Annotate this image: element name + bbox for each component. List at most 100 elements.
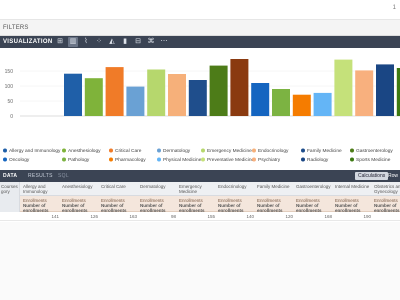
legend-swatch [301, 157, 305, 162]
legend-swatch [350, 148, 354, 153]
bar-pathology[interactable] [272, 89, 290, 116]
column-header[interactable]: Critical Care [101, 184, 137, 189]
filters-label: FILTERS [3, 25, 29, 31]
visualization-tools: ⊞ ▥ ⌇ ⁘ ◭ ▮ ⊟ ⌘ ⋯ [55, 37, 169, 47]
value-cell: 120 [285, 214, 293, 219]
scatter-icon[interactable]: ⁘ [94, 37, 104, 47]
enrollment-cell: Enrollments Number of enrollments [218, 198, 244, 213]
column-header[interactable]: Anesthesiology [62, 184, 98, 189]
legend-label: Emergency Medicine [207, 148, 252, 154]
bar-physical-medicine[interactable] [313, 92, 332, 116]
column-header[interactable]: Obstetrics and Gynecology [374, 184, 400, 194]
top-bar: 1 [0, 0, 400, 20]
value-cell: 155 [207, 214, 215, 219]
code-icon[interactable]: ⌘ [146, 37, 156, 47]
bar-critical-care[interactable] [105, 67, 124, 116]
bar-radiology[interactable] [376, 64, 394, 116]
legend-swatch [62, 148, 66, 153]
bar-oncology[interactable] [251, 83, 270, 116]
enrollment-cell: Enrollments Number of enrollments [62, 198, 88, 213]
legend-label: Pathology [68, 157, 90, 163]
bar-anesthesiology[interactable] [84, 78, 103, 116]
enrollment-cell: Enrollments Number of enrollments [374, 198, 400, 213]
value-cell: 98 [170, 214, 176, 219]
calculations-button[interactable]: Calculations [355, 172, 389, 180]
value-cell: 190 [363, 214, 371, 219]
filters-bar[interactable]: FILTERS [0, 20, 400, 36]
enrollment-cell: Enrollments Number of enrollments [257, 198, 283, 213]
legend-swatch [62, 157, 66, 162]
line-chart-icon[interactable]: ⌇ [81, 37, 91, 47]
legend-label: Family Medicine [307, 148, 342, 154]
enrollment-cell: Enrollments Number of enrollments [140, 198, 166, 213]
legend-label: Psychiatry [258, 157, 281, 163]
value-cell: 140 [246, 214, 254, 219]
bar-emergency-medicine[interactable] [147, 69, 166, 117]
bar-chart-icon[interactable]: ▥ [68, 37, 78, 47]
legend-swatch [157, 157, 161, 162]
bar-preventative-medicine[interactable] [334, 59, 353, 116]
legend-swatch [350, 157, 354, 162]
enrollment-cell: Enrollments Number of enrollments [296, 198, 322, 213]
bar-psychiatry[interactable] [355, 70, 374, 116]
value-cell: 110 [374, 214, 400, 219]
legend-label: Oncology [9, 157, 30, 163]
column-header[interactable]: Emergency Medicine [179, 184, 215, 194]
legend-swatch [252, 148, 256, 153]
column-header[interactable]: Family Medicine [257, 184, 293, 189]
legend-label: Endocrinology [258, 148, 289, 154]
bar-pharmacology[interactable] [292, 94, 311, 116]
table-icon[interactable]: ⊞ [55, 37, 65, 47]
legend-swatch [201, 157, 205, 162]
values-row: 141 126 163 98 155 140 120 168 190110 [0, 212, 400, 221]
legend-label: Radiology [307, 157, 329, 163]
bar-chart: 150 100 50 0 Allergy and Immunology Anesthesi… [3, 59, 400, 163]
legend-swatch [109, 157, 113, 162]
column-header[interactable]: Internal Medicine [335, 184, 371, 189]
bar-internal-medicine[interactable] [230, 59, 249, 116]
enrollment-cell: Enrollments Number of enrollments [179, 198, 205, 213]
empty-area [0, 222, 400, 300]
column-header[interactable]: Endocrinology [218, 184, 254, 189]
legend-swatch [3, 148, 7, 153]
bar-gastroenterology[interactable] [209, 65, 228, 116]
top-corner-text: 1 [392, 5, 396, 11]
tab-sql[interactable]: SQL [58, 173, 69, 179]
column-header[interactable]: Gastroenterology [296, 184, 332, 189]
bar-endocrinology[interactable] [168, 74, 186, 116]
data-panel-bar: DATA RESULTS SQL Calculations Row [0, 170, 400, 182]
value-cell: 168 [324, 214, 332, 219]
tab-data[interactable]: DATA [3, 173, 17, 179]
y-tick-label: 0 [10, 114, 13, 120]
more-icon[interactable]: ⋯ [159, 37, 169, 47]
value-cell: 126 [90, 214, 98, 219]
y-tick-label: 100 [5, 84, 14, 90]
enrollment-cell: Enrollments Number of enrollments [101, 198, 127, 213]
legend-swatch [252, 157, 256, 162]
row-header-text: Courses gory [1, 184, 18, 194]
legend-label: Preventative Medicine [207, 157, 255, 163]
column-chart-icon[interactable]: ▮ [120, 37, 130, 47]
legend-label: Gastroenterology [356, 148, 393, 154]
area-chart-icon[interactable]: ◭ [107, 37, 117, 47]
enrollments-row: Enrollments Number of enrollments Enrollme… [0, 196, 400, 213]
legend-label: Allergy and Immunology [9, 148, 61, 154]
tab-results[interactable]: RESULTS [28, 173, 53, 179]
legend-label: Dermatology [163, 148, 191, 154]
legend-swatch [201, 148, 205, 153]
value-cell: 163 [129, 214, 137, 219]
bar-allergy-and-immunology[interactable] [64, 73, 82, 116]
legend-swatch [157, 148, 161, 153]
bar-dermatology[interactable] [126, 86, 145, 116]
legend-label: Pharmacology [115, 157, 146, 163]
column-header[interactable]: Dermatology [140, 184, 176, 189]
table-header: Allergy and Immunology Anesthesiology Crit… [0, 182, 400, 196]
bar-family-medicine[interactable] [188, 80, 207, 116]
legend-swatch [109, 148, 113, 153]
value-cell: 141 [51, 214, 59, 219]
row-button[interactable]: Row [388, 173, 398, 179]
y-tick-label: 50 [7, 99, 13, 105]
legend-swatch [3, 157, 7, 162]
pivot-icon[interactable]: ⊟ [133, 37, 143, 47]
column-header[interactable]: Allergy and Immunology [23, 184, 59, 194]
